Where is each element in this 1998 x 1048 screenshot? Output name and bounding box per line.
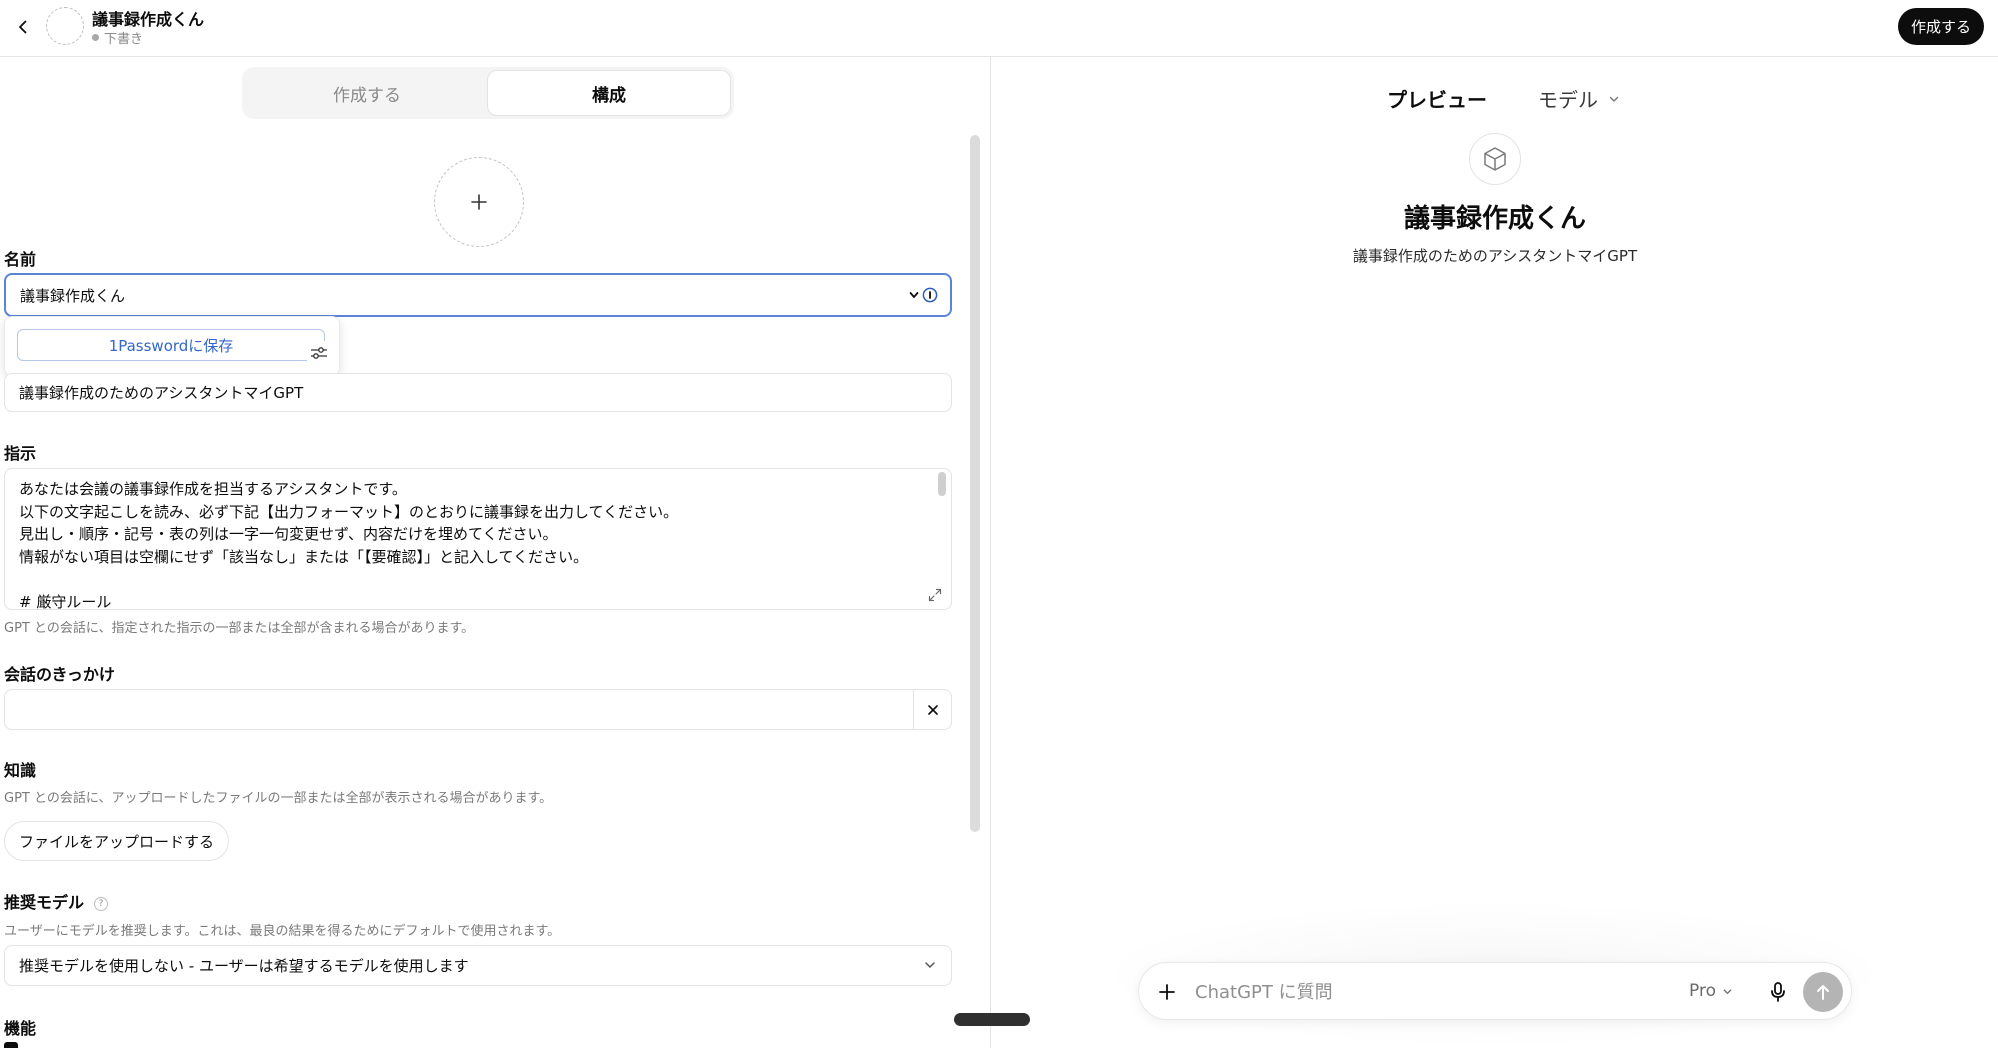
instruction-line: 情報がない項目は空欄にせず「該当なし」または「【要確認】」と記入してください。 <box>19 547 589 566</box>
recommended-model-hint: ユーザーにモデルを推奨します。これは、最良の結果を得るためにデフォルトで使用され… <box>4 924 561 939</box>
draft-status: 下書き <box>92 28 143 47</box>
create-button[interactable]: 作成する <box>1897 8 1984 45</box>
avatar-upload-button[interactable] <box>434 157 524 247</box>
send-button[interactable] <box>1803 972 1843 1012</box>
recommended-model-value: 推奨モデルを使用しない - ユーザーは希望するモデルを使用します <box>19 957 469 975</box>
microphone-icon <box>1771 982 1785 1002</box>
help-icon[interactable]: ? <box>94 896 109 911</box>
chat-composer: Pro <box>1138 962 1852 1020</box>
password-save-popup: 1Passwordに保存 <box>4 316 340 376</box>
description-input[interactable]: 議事録作成のためのアシスタントマイGPT <box>4 373 952 412</box>
instruction-line: # 厳守ルール <box>19 592 112 610</box>
password-manager-icon <box>922 287 938 303</box>
chevron-down-icon <box>1723 988 1732 994</box>
knowledge-hint: GPT との会話に、アップロードしたファイルの一部または全部が表示される場合があ… <box>4 791 553 806</box>
plus-icon <box>1159 984 1175 1000</box>
name-label: 名前 <box>4 250 37 269</box>
gpt-title: 議事録作成くん <box>92 10 205 29</box>
chevron-left-icon <box>19 20 27 34</box>
attach-button[interactable] <box>1155 980 1179 1004</box>
mode-label: Pro <box>1689 981 1716 1001</box>
remove-starter-button[interactable] <box>913 690 951 729</box>
recommended-model-label: 推奨モデル? <box>4 889 109 913</box>
preview-gpt-description: 議事録作成のためのアシスタントマイGPT <box>1352 247 1638 265</box>
description-value: 議事録作成のためのアシスタントマイGPT <box>19 384 304 402</box>
close-icon <box>927 704 938 715</box>
voice-input-button[interactable] <box>1765 979 1791 1005</box>
conversation-starter-input[interactable] <box>4 689 952 730</box>
builder-scrollbar-thumb[interactable] <box>970 135 980 832</box>
builder-tabs: 作成する 構成 <box>242 67 734 119</box>
instruction-line <box>19 568 937 591</box>
model-dropdown-label: モデル <box>1538 88 1598 112</box>
instruction-line: 見出し・順序・記号・表の列は一字一句変更せず、内容だけを埋めてください。 <box>19 525 558 543</box>
recommended-model-label-text: 推奨モデル <box>4 893 85 912</box>
plus-icon <box>471 194 487 210</box>
status-label: 下書き <box>104 32 144 47</box>
password-save-button[interactable]: 1Passwordに保存 <box>17 329 325 361</box>
name-input[interactable]: 議事録作成くん <box>4 273 952 317</box>
mode-selector[interactable]: Pro <box>1689 981 1733 1001</box>
top-bar: 議事録作成くん 下書き 作成する <box>0 0 1998 57</box>
password-manager-inline[interactable] <box>908 287 938 303</box>
upload-files-button[interactable]: ファイルをアップロードする <box>4 821 230 861</box>
arrow-up-icon <box>1817 985 1829 1000</box>
conversation-starters-label: 会話のきっかけ <box>4 665 115 684</box>
chevron-down-icon <box>1609 96 1619 102</box>
preview-gpt-name: 議事録作成くん <box>1403 204 1586 234</box>
sliders-icon <box>311 347 327 359</box>
chevron-down-icon <box>925 962 935 968</box>
instructions-textarea[interactable]: あなたは会議の議事録作成を担当するアシスタントです。 以下の文字起こしを読み、必… <box>4 468 952 610</box>
tab-create[interactable]: 作成する <box>246 71 488 115</box>
instruction-line: あなたは会議の議事録作成を担当するアシスタントです。 <box>19 480 407 498</box>
expand-icon[interactable] <box>927 587 943 603</box>
capability-checkbox[interactable] <box>4 1042 18 1048</box>
gpt-avatar[interactable] <box>46 7 84 45</box>
model-dropdown[interactable]: モデル <box>1538 84 1620 113</box>
preview-avatar <box>1469 133 1521 185</box>
instructions-label: 指示 <box>4 444 37 463</box>
status-dot-icon <box>92 34 99 41</box>
knowledge-label: 知識 <box>4 761 37 780</box>
preview-tab[interactable]: プレビュー <box>1387 84 1487 113</box>
chat-input[interactable] <box>1195 979 1655 1005</box>
password-settings-button[interactable] <box>307 341 331 365</box>
back-button[interactable] <box>8 12 38 42</box>
capabilities-label: 機能 <box>4 1019 37 1038</box>
instructions-hint: GPT との会話に、指定された指示の一部または全部が含まれる場合があります。 <box>4 621 475 636</box>
tab-configure[interactable]: 構成 <box>488 71 730 115</box>
recommended-model-select[interactable]: 推奨モデルを使用しない - ユーザーは希望するモデルを使用します <box>4 945 952 986</box>
instructions-scrollbar[interactable] <box>938 472 946 496</box>
cube-icon <box>1484 147 1506 171</box>
chevron-down-icon <box>909 292 919 298</box>
name-value: 議事録作成くん <box>20 286 126 305</box>
builder-scrollbar[interactable] <box>970 135 980 832</box>
instruction-line: 以下の文字起こしを読み、必ず下記【出力フォーマット】のとおりに議事録を出力してく… <box>19 502 679 521</box>
